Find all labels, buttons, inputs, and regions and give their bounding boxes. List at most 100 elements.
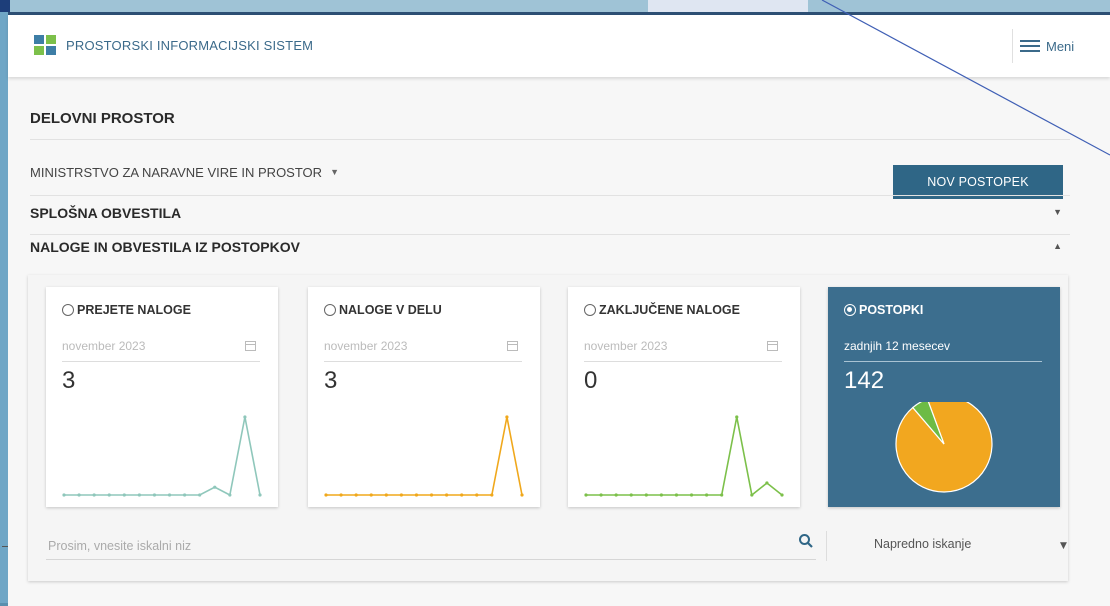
card-count: 3 xyxy=(324,367,338,394)
sparkline-point xyxy=(584,493,588,497)
calendar-icon[interactable] xyxy=(507,341,518,351)
card-count: 142 xyxy=(844,367,885,394)
sparkline-chart xyxy=(324,415,524,497)
sparkline-point xyxy=(77,493,81,497)
menu-button[interactable]: Meni xyxy=(1020,35,1074,57)
date-value: november 2023 xyxy=(324,339,408,353)
sparkline-point xyxy=(399,493,403,497)
calendar-icon[interactable] xyxy=(245,341,256,351)
radio-selected-icon xyxy=(844,304,856,316)
radio-procedures[interactable]: POSTOPKI xyxy=(844,303,923,317)
page-title: DELOVNI PROSTOR xyxy=(30,110,175,127)
department-select[interactable]: MINISTRSTVO ZA NARAVNE VIRE IN PROSTOR ▼ xyxy=(30,165,370,196)
sparkline-point xyxy=(354,493,358,497)
tasks-panel: PREJETE NALOGE november 2023 3 NALOGE V … xyxy=(28,275,1068,581)
card-count: 0 xyxy=(584,367,598,394)
caret-down-icon: ▼ xyxy=(330,167,339,177)
sparkline-point xyxy=(183,493,187,497)
sparkline-point xyxy=(735,415,739,419)
radio-icon xyxy=(584,304,596,316)
card-tasks-in-progress[interactable]: NALOGE V DELU november 2023 3 xyxy=(308,287,540,507)
hamburger-icon xyxy=(1020,40,1040,52)
date-field[interactable]: november 2023 xyxy=(584,339,782,362)
date-value: november 2023 xyxy=(584,339,668,353)
sparkline-point xyxy=(107,493,111,497)
new-procedure-button[interactable]: NOV POSTOPEK xyxy=(893,165,1063,199)
department-value: MINISTRSTVO ZA NARAVNE VIRE IN PROSTOR xyxy=(30,165,323,180)
card-completed-tasks[interactable]: ZAKLJUČENE NALOGE november 2023 0 xyxy=(568,287,800,507)
card-label: PREJETE NALOGE xyxy=(77,303,191,317)
top-strip xyxy=(0,0,1110,16)
sparkline-series xyxy=(64,416,261,497)
card-procedures[interactable]: POSTOPKI zadnjih 12 mesecev 142 xyxy=(828,287,1060,507)
app-title[interactable]: PROSTORSKI INFORMACIJSKI SISTEM xyxy=(66,38,313,53)
sparkline-point xyxy=(750,493,754,497)
sparkline-point xyxy=(384,493,388,497)
caret-down-icon[interactable]: ▼ xyxy=(1060,541,1067,551)
radio-icon xyxy=(324,304,336,316)
menu-label: Meni xyxy=(1046,38,1075,54)
sparkline-point xyxy=(599,493,603,497)
card-label: ZAKLJUČENE NALOGE xyxy=(599,303,740,317)
sparkline-point xyxy=(137,493,141,497)
pie-slice xyxy=(895,402,993,493)
sparkline-chart xyxy=(62,415,262,497)
search-separator xyxy=(826,531,827,561)
tasks-notices-header[interactable]: NALOGE IN OBVESTILA IZ POSTOPKOV ▲ xyxy=(30,239,1070,263)
search-input[interactable] xyxy=(46,533,780,559)
calendar-icon[interactable] xyxy=(767,341,778,351)
sparkline-point xyxy=(258,493,262,497)
divider xyxy=(30,139,1070,140)
sparkline-point xyxy=(644,493,648,497)
left-border xyxy=(0,12,8,603)
sparkline-point xyxy=(475,493,479,497)
header: PROSTORSKI INFORMACIJSKI SISTEM Meni xyxy=(8,15,1110,77)
divider xyxy=(30,234,1070,235)
menu-separator xyxy=(1012,29,1013,63)
sparkline-point xyxy=(629,493,633,497)
sparkline-point xyxy=(765,481,769,485)
radio-received-tasks[interactable]: PREJETE NALOGE xyxy=(62,303,191,317)
divider xyxy=(30,195,1070,196)
sparkline-point xyxy=(152,493,157,497)
sparkline-chart xyxy=(584,415,784,497)
general-notices-label: SPLOŠNA OBVESTILA xyxy=(30,205,182,221)
sparkline-point xyxy=(243,415,247,419)
expand-icon: ▼ xyxy=(1053,207,1062,217)
radio-tasks-in-progress[interactable]: NALOGE V DELU xyxy=(324,303,442,317)
general-notices-header[interactable]: SPLOŠNA OBVESTILA ▼ xyxy=(30,205,1070,229)
sparkline-point xyxy=(339,493,343,497)
radio-completed-tasks[interactable]: ZAKLJUČENE NALOGE xyxy=(584,303,740,317)
date-field[interactable]: november 2023 xyxy=(324,339,522,362)
sparkline-point xyxy=(689,493,694,497)
date-value: november 2023 xyxy=(62,339,146,353)
app-logo-icon[interactable] xyxy=(34,35,56,55)
sparkline-point xyxy=(92,493,96,497)
sparkline-point xyxy=(445,493,449,497)
sparkline-point xyxy=(705,493,709,497)
sparkline-point xyxy=(614,493,618,497)
card-received-tasks[interactable]: PREJETE NALOGE november 2023 3 xyxy=(46,287,278,507)
pie-chart xyxy=(895,402,993,493)
advanced-search-toggle[interactable]: Napredno iskanje xyxy=(874,537,971,551)
sparkline-point xyxy=(720,493,724,497)
sparkline-point xyxy=(505,415,509,419)
sparkline-point xyxy=(122,493,126,497)
top-tab xyxy=(648,0,808,12)
sparkline-point xyxy=(228,493,232,497)
sparkline-point xyxy=(167,493,172,497)
sparkline-point xyxy=(324,493,328,497)
sparkline-point xyxy=(659,493,663,497)
radio-icon xyxy=(62,304,74,316)
search-icon[interactable] xyxy=(798,533,814,553)
collapse-icon: ▲ xyxy=(1053,241,1062,251)
sparkline-series xyxy=(586,416,783,497)
search-bar xyxy=(46,533,816,560)
sparkline-point xyxy=(414,493,419,497)
sparkline-point xyxy=(674,493,679,497)
period-field[interactable]: zadnjih 12 mesecev xyxy=(844,339,1042,362)
sparkline-point xyxy=(429,493,434,497)
card-label: NALOGE V DELU xyxy=(339,303,442,317)
sparkline-point xyxy=(198,493,202,497)
date-field[interactable]: november 2023 xyxy=(62,339,260,362)
